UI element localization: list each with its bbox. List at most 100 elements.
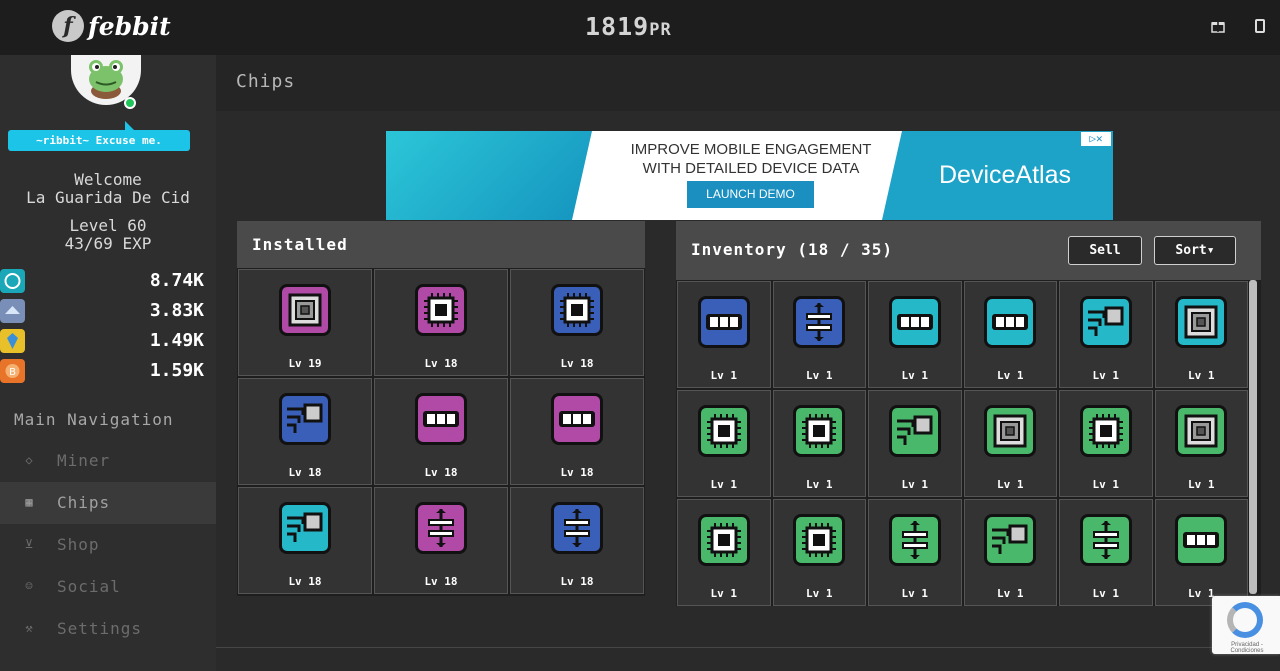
inventory-chip-slot[interactable]: Lv 1 (868, 390, 962, 497)
inventory-chip-slot[interactable]: Lv 1 (677, 390, 771, 497)
inventory-chip-slot[interactable]: Lv 1 (963, 499, 1057, 606)
rings-chip-icon (277, 282, 333, 338)
cpu-chip-icon (1078, 403, 1134, 459)
inventory-chip-slot[interactable]: Lv 1 (1059, 390, 1153, 497)
frog-avatar-icon (89, 60, 123, 99)
recaptcha-badge[interactable]: Privacidad - Condiciones (1212, 596, 1280, 654)
ad-banner[interactable]: IMPROVE MOBILE ENGAGEMENT WITH DETAILED … (386, 131, 1113, 220)
currency-value: 3.83K (149, 300, 204, 321)
nav-item-label: Social (57, 577, 121, 596)
currency-value: 1.49K (149, 330, 204, 351)
inventory-chip-slot[interactable]: Lv 1 (1154, 390, 1248, 497)
chip-level: Lv 1 (710, 587, 738, 600)
ad-graphic (386, 131, 596, 220)
nav-item-chips[interactable]: ▦ Chips (0, 482, 216, 524)
ad-launch-button[interactable]: LAUNCH DEMO (687, 181, 814, 208)
chip-level: Lv 1 (997, 587, 1024, 600)
sidebar: ~ribbit~ Excuse me. Welcome La Guarida D… (0, 55, 216, 671)
recaptcha-text: Privacidad - Condiciones (1230, 642, 1264, 654)
inventory-chip-slot[interactable]: Lv 1 (772, 390, 866, 497)
resistor-chip-icon (791, 294, 847, 350)
currency-value: 8.74K (149, 270, 204, 291)
nav-item-label: Chips (57, 493, 111, 512)
inventory-chip-slot[interactable]: Lv 1 (963, 390, 1057, 497)
avatar[interactable] (71, 55, 141, 109)
installed-chip-slot[interactable]: Lv 18 (374, 487, 508, 594)
cart-icon: ⊻ (24, 537, 34, 551)
inventory-chip-slot[interactable]: Lv 1 (1059, 281, 1153, 388)
chip-level: Lv 1 (997, 478, 1024, 491)
inventory-scrollbar[interactable] (1249, 280, 1257, 594)
trace-chip-icon (277, 391, 333, 447)
device-icon[interactable] (1252, 19, 1268, 35)
app-logo[interactable]: f febbit (52, 10, 171, 42)
inventory-chip-slot[interactable]: Lv 1 (677, 281, 771, 388)
chip-level: Lv 1 (1188, 478, 1215, 491)
installed-chip-slot[interactable]: Lv 18 (374, 269, 508, 376)
gem-icon (0, 329, 25, 353)
nav-item-miner[interactable]: ◇ Miner (0, 440, 216, 482)
inventory-chip-slot[interactable]: Lv 1 (1059, 499, 1153, 606)
grid-icon: ▦ (25, 495, 33, 509)
inventory-chip-slot[interactable]: Lv 1 (772, 499, 866, 606)
user-level: Level 60 (69, 216, 147, 235)
chip-level: Lv 1 (1092, 587, 1120, 600)
inventory-chip-slot[interactable]: Lv 1 (1154, 499, 1248, 606)
cpu-chip-icon (696, 512, 752, 568)
installed-title: Installed (252, 235, 348, 254)
installed-chip-slot[interactable]: Lv 19 (238, 269, 372, 376)
ram-chip-icon (696, 294, 752, 350)
currency-row: 3.83K (0, 299, 216, 323)
inventory-chip-slot[interactable]: Lv 1 (677, 499, 771, 606)
chip-level: Lv 1 (1188, 369, 1215, 382)
ram-chip-icon (1173, 512, 1229, 568)
inventory-title: Inventory (18 / 35) (691, 240, 894, 259)
ad-close-button[interactable]: ▷✕ (1081, 132, 1111, 146)
recaptcha-icon (1227, 602, 1263, 638)
logo-text: febbit (88, 11, 171, 41)
chip-level: Lv 1 (806, 478, 833, 491)
user-name: La Guarida De Cid (26, 188, 190, 207)
pr-counter: 1819PR (585, 12, 672, 41)
logo-icon: f (52, 10, 84, 42)
installed-chip-slot[interactable]: Lv 18 (238, 487, 372, 594)
resistor-chip-icon (413, 500, 469, 556)
inventory-chip-slot[interactable]: Lv 1 (1154, 281, 1248, 388)
installed-chip-slot[interactable]: Lv 18 (510, 378, 644, 485)
inventory-header: Inventory (18 / 35) Sell Sort▾ (676, 221, 1261, 280)
installed-chip-slot[interactable]: Lv 18 (374, 378, 508, 485)
nav-item-social[interactable]: ☺ Social (0, 566, 216, 608)
ad-brand: DeviceAtlas (939, 161, 1071, 189)
online-status-dot (124, 97, 136, 109)
cpu-chip-icon (549, 282, 605, 338)
inventory-chip-slot[interactable]: Lv 1 (772, 281, 866, 388)
user-exp: 43/69 EXP (64, 234, 152, 253)
gift-icon[interactable] (1210, 19, 1226, 35)
speech-bubble: ~ribbit~ Excuse me. (8, 121, 190, 151)
trace-chip-icon (982, 512, 1038, 568)
chip-level: Lv 18 (560, 357, 594, 370)
inventory-chip-slot[interactable]: Lv 1 (868, 281, 962, 388)
chip-level: Lv 19 (288, 357, 322, 370)
nav-item-settings[interactable]: ⚒ Settings (0, 608, 216, 650)
svg-text:B: B (9, 367, 16, 378)
trace-chip-icon (277, 500, 333, 556)
installed-chip-slot[interactable]: Lv 18 (510, 269, 644, 376)
installed-panel: Installed Lv 19 Lv 18 Lv 18 Lv 18 Lv 18 Lv 18… (237, 221, 645, 596)
top-bar: f febbit 1819PR (0, 0, 1280, 55)
chip-level: Lv 18 (424, 466, 458, 479)
sell-button[interactable]: Sell (1068, 236, 1142, 265)
nav-item-shop[interactable]: ⊻ Shop (0, 524, 216, 566)
inventory-chip-slot[interactable]: Lv 1 (868, 499, 962, 606)
chip-level: Lv 18 (288, 575, 322, 588)
nav-title: Main Navigation (14, 410, 174, 429)
installed-chip-slot[interactable]: Lv 18 (238, 378, 372, 485)
inventory-chip-slot[interactable]: Lv 1 (963, 281, 1057, 388)
installed-chip-slot[interactable]: Lv 18 (510, 487, 644, 594)
currency-row: B 1.59K (0, 359, 216, 383)
chip-level: Lv 18 (288, 466, 322, 479)
pr-value: 1819 (585, 12, 650, 41)
chip-level: Lv 18 (424, 357, 458, 370)
currency-value: 1.59K (149, 360, 204, 381)
sort-button[interactable]: Sort▾ (1154, 236, 1236, 265)
